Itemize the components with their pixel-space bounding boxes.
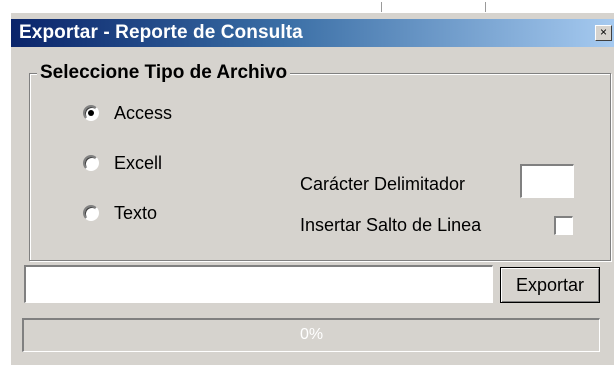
radio-label-access[interactable]: Access <box>114 103 172 124</box>
line-break-checkbox[interactable] <box>554 216 573 235</box>
progress-percent: 0% <box>299 326 324 343</box>
radio-label-excell[interactable]: Excell <box>114 153 162 174</box>
radio-texto[interactable]: Texto <box>83 203 233 229</box>
radio-button-access[interactable] <box>83 105 99 121</box>
delimiter-input[interactable] <box>520 164 574 198</box>
title-bar[interactable]: Exportar - Reporte de Consulta × <box>11 19 614 47</box>
file-path-input[interactable] <box>24 265 493 303</box>
radio-selected-dot <box>88 110 94 116</box>
radio-excell[interactable]: Excell <box>83 153 233 179</box>
window-title: Exportar - Reporte de Consulta <box>19 22 303 43</box>
strip-divider <box>485 2 486 12</box>
radio-label-texto[interactable]: Texto <box>114 203 157 224</box>
radio-button-texto[interactable] <box>83 205 99 221</box>
export-button[interactable]: Exportar <box>500 267 600 303</box>
export-dialog: Exportar - Reporte de Consulta × Selecci… <box>10 12 614 365</box>
radio-access[interactable]: Access <box>83 103 233 129</box>
background-strip <box>0 0 614 12</box>
strip-divider <box>381 2 382 12</box>
file-type-legend: Seleccione Tipo de Archivo <box>37 62 291 84</box>
progress-bar: 0% <box>22 318 600 352</box>
close-icon: × <box>599 25 607 39</box>
line-break-label: Insertar Salto de Linea <box>300 215 482 235</box>
close-button[interactable]: × <box>595 25 612 41</box>
radio-button-excell[interactable] <box>83 155 99 171</box>
delimiter-label: Carácter Delimitador <box>300 174 466 194</box>
